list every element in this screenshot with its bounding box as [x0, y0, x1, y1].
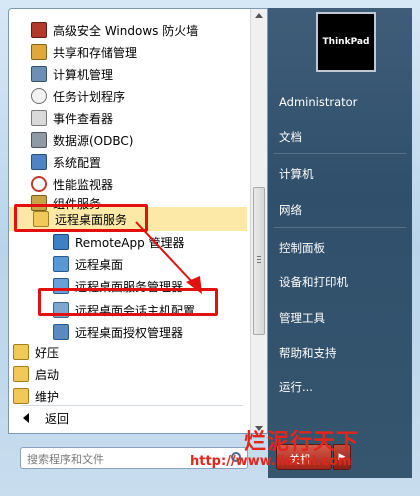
program-folder-haozip[interactable]: 好压: [13, 341, 59, 363]
program-folder-maintenance[interactable]: 维护: [13, 385, 59, 407]
annotation-arrow: [135, 221, 202, 294]
highlight-box-remote-desktop-services: [14, 204, 148, 232]
program-label: 远程桌面授权管理器: [75, 325, 184, 340]
program-label: 计算机管理: [53, 67, 114, 82]
firewall-icon: [31, 22, 47, 38]
performance-icon: [31, 176, 47, 192]
system-config-icon: [31, 154, 47, 170]
avatar-brand-text: ThinkPad: [322, 37, 370, 47]
menu-item-run[interactable]: 运行...: [279, 379, 313, 395]
program-label: 共享和存储管理: [53, 45, 138, 60]
menu-item-network[interactable]: 网络: [279, 202, 302, 218]
program-item-computer-management[interactable]: 计算机管理: [31, 63, 113, 85]
program-folder-startup[interactable]: 启动: [13, 363, 59, 385]
start-menu: 高级安全 Windows 防火墙 共享和存储管理 计算机管理 任务计划程序 事件…: [0, 0, 420, 496]
computer-management-icon: [31, 66, 47, 82]
program-item-task-scheduler[interactable]: 任务计划程序: [31, 85, 125, 107]
program-label: 维护: [35, 389, 60, 404]
program-item-licensing-manager[interactable]: 远程桌面授权管理器: [53, 321, 183, 343]
scroll-grip: [257, 256, 261, 257]
database-icon: [31, 132, 47, 148]
menu-item-control-panel[interactable]: 控制面板: [279, 240, 325, 256]
program-label: 启动: [35, 367, 60, 382]
watermark-url: http://www.ilanni.com: [190, 454, 352, 469]
menu-item-computer[interactable]: 计算机: [279, 166, 314, 182]
scroll-grip: [257, 262, 261, 263]
scrollbar-thumb[interactable]: [253, 187, 265, 335]
event-viewer-icon: [31, 110, 47, 126]
remoteapp-icon: [53, 234, 69, 250]
list-divider: [21, 405, 243, 406]
right-pane: Administrator 文档 计算机 网络 控制面板 设备和打印机 管理工具…: [268, 8, 412, 478]
program-label: 远程桌面: [75, 257, 124, 272]
folder-icon: [13, 344, 29, 360]
program-item-system-config[interactable]: 系统配置: [31, 151, 101, 173]
menu-item-documents[interactable]: 文档: [279, 129, 302, 145]
back-label: 返回: [45, 411, 70, 426]
folder-icon: [13, 366, 29, 382]
menu-item-administrator[interactable]: Administrator: [279, 95, 357, 109]
licensing-icon: [53, 324, 69, 340]
back-arrow-icon: [23, 413, 29, 423]
user-avatar[interactable]: ThinkPad: [316, 12, 376, 72]
program-item-odbc[interactable]: 数据源(ODBC): [31, 129, 133, 151]
program-list-scrollbar[interactable]: [250, 9, 267, 433]
back-button[interactable]: 返回: [23, 407, 69, 429]
program-label: 数据源(ODBC): [53, 133, 134, 148]
scroll-grip: [257, 259, 261, 260]
folder-icon: [13, 388, 29, 404]
right-divider: [274, 227, 406, 228]
program-label: 性能监视器: [53, 177, 114, 192]
watermark-title: 烂泥行天下: [244, 429, 360, 455]
clock-icon: [31, 88, 47, 104]
program-item-event-viewer[interactable]: 事件查看器: [31, 107, 113, 129]
program-label: 系统配置: [53, 155, 102, 170]
menu-item-help-support[interactable]: 帮助和支持: [279, 345, 337, 361]
program-label: 好压: [35, 345, 60, 360]
menu-item-devices-printers[interactable]: 设备和打印机: [279, 274, 348, 290]
menu-item-admin-tools[interactable]: 管理工具: [279, 310, 325, 326]
program-label: 事件查看器: [53, 111, 114, 126]
scroll-up-arrow-icon[interactable]: [255, 13, 263, 18]
right-divider: [274, 153, 406, 154]
program-item-share-storage[interactable]: 共享和存储管理: [31, 41, 137, 63]
program-item-firewall[interactable]: 高级安全 Windows 防火墙: [31, 19, 198, 41]
remote-desktop-icon: [53, 256, 69, 272]
storage-icon: [31, 44, 47, 60]
program-label: 高级安全 Windows 防火墙: [53, 23, 199, 38]
search-placeholder: 搜索程序和文件: [27, 453, 104, 466]
program-label: 任务计划程序: [53, 89, 126, 104]
program-item-remote-desktop[interactable]: 远程桌面: [53, 253, 123, 275]
